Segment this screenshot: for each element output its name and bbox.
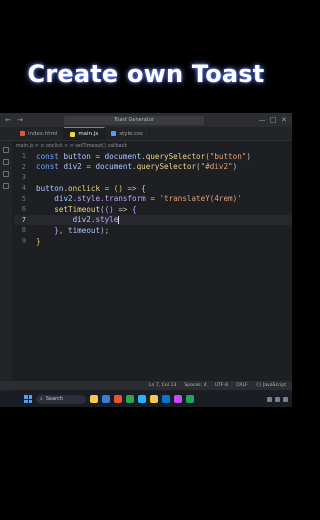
indentation[interactable]: Spaces: 4 <box>184 383 206 388</box>
windows-taskbar: ⌕ Search <box>0 391 292 407</box>
minimize-icon[interactable]: — <box>258 116 266 124</box>
search-icon[interactable] <box>3 159 9 165</box>
taskbar-app-icon[interactable] <box>138 395 146 403</box>
tab-label: index.html <box>28 130 58 137</box>
code-line[interactable]: 2 const div2 = document.querySelector("#d… <box>14 162 292 173</box>
taskbar-app-icon[interactable] <box>174 395 182 403</box>
extensions-icon[interactable] <box>3 183 9 189</box>
line-number: 6 <box>21 205 26 214</box>
line-number: 7 <box>21 215 26 224</box>
tab-index-html[interactable]: index.html <box>14 127 65 140</box>
line-number: 4 <box>21 184 26 193</box>
taskbar-app-icon[interactable] <box>90 395 98 403</box>
css-file-icon <box>111 131 117 136</box>
command-center-label: Toast Generator <box>114 117 154 123</box>
line-number: 2 <box>21 162 26 171</box>
status-bar: Ln 7, Col 13 Spaces: 4 UTF-8 CRLF {} Jav… <box>0 381 292 390</box>
magnifier-icon: ⌕ <box>40 396 43 402</box>
title-bar: ← → Toast Generator — □ ✕ <box>0 113 292 127</box>
code-line[interactable]: 7 div2.style <box>14 214 292 226</box>
code-line[interactable]: 5 div2.style.transform = 'translateY(4re… <box>14 193 292 204</box>
tab-label: style.css <box>119 130 143 137</box>
taskbar-app-icon[interactable] <box>102 395 110 403</box>
back-arrow-icon[interactable]: ← <box>4 116 12 124</box>
cursor-position[interactable]: Ln 7, Col 13 <box>149 383 176 388</box>
encoding[interactable]: UTF-8 <box>215 383 228 388</box>
line-number: 8 <box>21 226 26 235</box>
taskbar-app-icon[interactable] <box>162 395 170 403</box>
code-text: setTimeout(() => { <box>54 204 137 214</box>
line-number: 3 <box>21 173 26 182</box>
taskbar-app-icon[interactable] <box>114 395 122 403</box>
code-line[interactable]: 3 <box>14 172 292 183</box>
editor-tab-bar: index.html main.js style.css <box>0 127 292 141</box>
tab-label: main.js <box>78 131 99 137</box>
command-center-search[interactable]: Toast Generator <box>64 115 204 125</box>
activity-bar <box>0 141 12 391</box>
system-tray[interactable] <box>267 396 292 402</box>
line-ending[interactable]: CRLF <box>236 383 248 388</box>
close-icon[interactable]: ✕ <box>280 116 288 124</box>
taskbar-app-icon[interactable] <box>186 395 194 403</box>
vscode-window: ← → Toast Generator — □ ✕ index.html mai… <box>0 113 292 407</box>
code-text: } <box>36 236 41 246</box>
html-file-icon <box>20 131 25 136</box>
explorer-icon[interactable] <box>3 147 9 153</box>
js-file-icon <box>70 131 76 137</box>
breadcrumb[interactable]: main.js > ⊙ onclick > ⊙ setTimeout() cal… <box>0 141 292 151</box>
code-text: }, timeout); <box>54 225 110 235</box>
code-line[interactable]: 1 const button = document.querySelector("… <box>14 151 292 162</box>
code-text: const div2 = document.querySelector("#di… <box>36 162 238 172</box>
code-line[interactable]: 4 button.onclick = () => { <box>14 183 292 194</box>
taskbar-search-label: Search <box>45 396 63 402</box>
source-control-icon[interactable] <box>3 171 9 177</box>
line-number: 1 <box>21 152 26 161</box>
maximize-icon[interactable]: □ <box>269 116 277 124</box>
code-editor[interactable]: 1 const button = document.querySelector("… <box>14 151 292 391</box>
code-text: div2.style <box>72 215 120 225</box>
windows-start-icon[interactable] <box>24 395 32 403</box>
forward-arrow-icon[interactable]: → <box>16 116 24 124</box>
taskbar-app-icon[interactable] <box>126 395 134 403</box>
video-title: Create own Toast <box>27 60 265 88</box>
taskbar-app-icon[interactable] <box>150 395 158 403</box>
code-text: const button = document.querySelector("b… <box>36 151 251 161</box>
text-cursor <box>118 216 120 225</box>
taskbar-search[interactable]: ⌕ Search <box>36 394 86 404</box>
line-number: 9 <box>21 237 26 246</box>
code-line[interactable]: 6 setTimeout(() => { <box>14 204 292 215</box>
language-mode[interactable]: {} JavaScript <box>256 383 286 388</box>
code-line[interactable]: 8 }, timeout); <box>14 225 292 236</box>
line-number: 5 <box>21 194 26 203</box>
tab-style-css[interactable]: style.css <box>105 127 150 140</box>
code-text: button.onclick = () => { <box>36 183 146 193</box>
code-line[interactable]: 9} <box>14 236 292 247</box>
tab-main-js[interactable]: main.js <box>64 127 106 140</box>
code-text: div2.style.transform = 'translateY(4rem)… <box>54 194 242 204</box>
